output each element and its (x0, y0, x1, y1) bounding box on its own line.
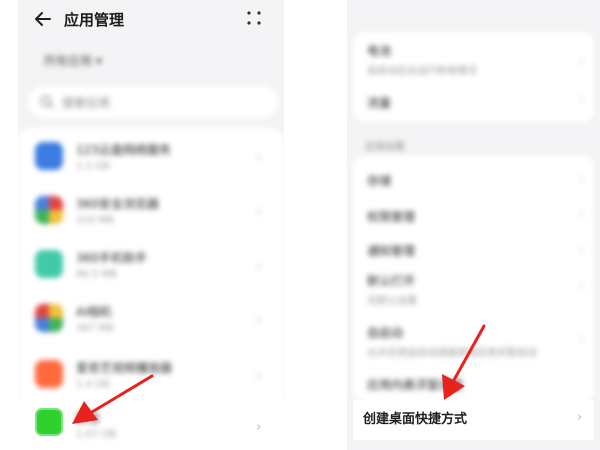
app-size: 367 MB (76, 323, 114, 334)
app-size: 210 MB (76, 215, 114, 226)
app-size: 86.5 MB (76, 269, 117, 280)
app-management-screen: 应用管理 所有应用 ▾ 搜索应用 123云盘网络服务 1.2 GB › 360安… (18, 0, 284, 450)
app-name: 123云盘网络服务 (76, 143, 171, 157)
chevron-right-icon: › (256, 204, 262, 220)
search-icon (40, 95, 54, 109)
header: 应用管理 (18, 0, 284, 40)
settings-group-1: 电池 自启动后台运行耗电情况 › 流量 › (353, 32, 594, 122)
chevron-right-icon: › (579, 54, 585, 69)
storage-item[interactable]: 存储 (367, 172, 391, 189)
open-by-default-subtitle: 无默认设置 (367, 296, 417, 307)
app-name: 爱奇艺视频播放器 (76, 361, 173, 375)
app-row[interactable]: 360手机助手 86.5 MB › (18, 238, 284, 294)
app-icon (35, 304, 63, 332)
chevron-right-icon: › (579, 242, 585, 257)
chevron-right-icon: › (256, 150, 262, 166)
settings-group-2: 存储 › 权限管理 › 通知管理 › 默认打开 无默认设置 › 自启动 允许应用… (353, 156, 594, 402)
create-shortcut-row[interactable]: 创建桌面快捷方式 › (353, 400, 594, 440)
section-label: 应用设置 (365, 142, 405, 153)
app-icon (35, 360, 63, 388)
chevron-right-icon: › (256, 258, 262, 274)
auto-start-item[interactable]: 自启动 (367, 324, 403, 341)
app-size: 1.2 GB (76, 161, 110, 172)
chevron-right-icon: › (579, 280, 585, 295)
data-usage-item[interactable]: 流量 (367, 94, 391, 111)
app-name: 微信 (76, 411, 101, 425)
app-icon (35, 408, 63, 436)
search-bar[interactable]: 搜索应用 (28, 86, 278, 118)
app-name: 360安全浏览器 (76, 197, 159, 211)
app-icon (35, 196, 63, 224)
chevron-right-icon: › (256, 368, 262, 384)
app-info-screen: 电池 自启动后台运行耗电情况 › 流量 › 应用设置 存储 › 权限管理 › 通… (347, 0, 600, 450)
app-row[interactable]: 123云盘网络服务 1.2 GB › (18, 130, 284, 186)
app-name: AI相机 (76, 305, 112, 319)
app-row[interactable]: 360安全浏览器 210 MB › (18, 184, 284, 240)
app-size: 1.07 GB (76, 429, 117, 440)
open-by-default-item[interactable]: 默认打开 (367, 272, 415, 289)
search-input[interactable]: 搜索应用 (62, 94, 110, 111)
create-shortcut-label: 创建桌面快捷方式 (363, 412, 468, 427)
battery-subtitle: 自启动后台运行耗电情况 (367, 66, 477, 77)
app-icon (35, 142, 63, 170)
chevron-right-icon: › (256, 420, 262, 435)
auto-start-subtitle: 允许应用自启动或被其他应用关联启动 (367, 348, 537, 359)
chevron-right-icon: › (256, 312, 262, 328)
permissions-item[interactable]: 权限管理 (367, 208, 415, 225)
page-title: 应用管理 (64, 11, 125, 29)
chevron-right-icon: › (577, 410, 583, 425)
app-row[interactable]: AI相机 367 MB › (18, 292, 284, 348)
app-size: 1.4 GB (76, 379, 110, 390)
app-row[interactable]: 爱奇艺视频播放器 1.4 GB › (18, 348, 284, 404)
notifications-item[interactable]: 通知管理 (367, 242, 415, 259)
chevron-right-icon: › (579, 208, 585, 223)
battery-item[interactable]: 电池 (367, 42, 391, 59)
app-filter-dropdown[interactable]: 所有应用 ▾ (44, 52, 102, 69)
chevron-right-icon: › (579, 332, 585, 347)
floating-window-item[interactable]: 应用内悬浮窗设置 (367, 376, 463, 393)
app-icon (35, 250, 63, 278)
app-name: 360手机助手 (76, 251, 147, 265)
chevron-right-icon: › (579, 172, 585, 187)
more-options-icon[interactable] (246, 10, 262, 26)
chevron-right-icon: › (579, 92, 585, 107)
app-row-wechat[interactable]: 微信 1.07 GB › (18, 398, 284, 450)
back-arrow-icon[interactable] (32, 8, 54, 30)
